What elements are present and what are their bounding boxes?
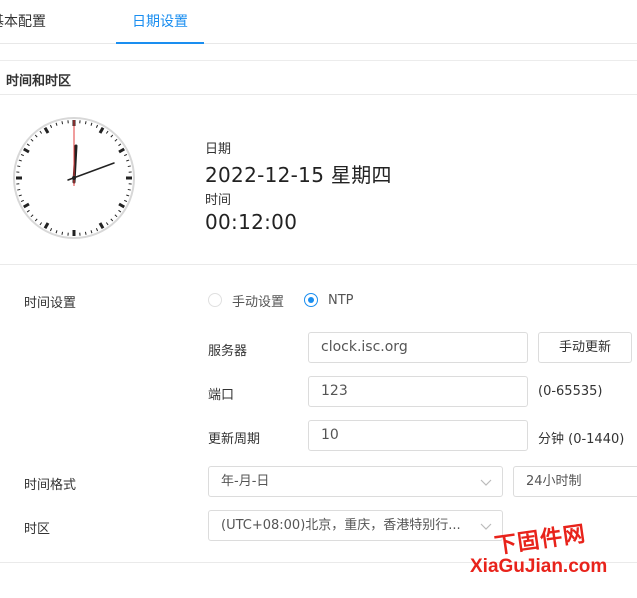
tab-date-settings[interactable]: 日期设置 — [116, 0, 204, 44]
chevron-down-icon — [480, 523, 492, 530]
radio-ntp[interactable]: NTP — [304, 292, 354, 308]
timezone-value: (UTC+08:00)北京，重庆，香港特别行... — [221, 518, 461, 533]
server-label: 服务器 — [208, 344, 248, 359]
date-format-value: 年-月-日 — [221, 474, 270, 489]
section-spacer — [0, 45, 637, 61]
section-title: 时间和时区 — [6, 74, 72, 89]
update-period-label: 更新周期 — [208, 432, 261, 447]
date-label: 日期 — [205, 142, 232, 157]
radio-manual-label: 手动设置 — [232, 294, 285, 310]
time-format-label: 时间格式 — [24, 478, 77, 493]
active-tab-indicator — [116, 42, 204, 44]
time-setting-label: 时间设置 — [24, 296, 77, 311]
radio-manual-setting[interactable]: 手动设置 — [208, 292, 285, 310]
tab-bar: 基本配置 日期设置 — [0, 0, 637, 44]
radio-ntp-label: NTP — [328, 292, 354, 308]
time-label: 时间 — [205, 193, 232, 208]
date-format-select[interactable]: 年-月-日 — [208, 466, 503, 497]
analog-clock-icon — [13, 117, 135, 239]
timezone-label: 时区 — [24, 522, 51, 537]
watermark-logo: 下固件网 — [492, 520, 588, 560]
tab-basic-config[interactable]: 基本配置 — [0, 0, 70, 44]
timezone-select[interactable]: (UTC+08:00)北京，重庆，香港特别行... — [208, 510, 503, 541]
hour-format-select[interactable]: 24小时制 — [513, 466, 637, 497]
time-value: 00:12:00 — [205, 210, 298, 234]
watermark-url: XiaGuJian.com — [470, 556, 608, 577]
radio-circle-icon — [208, 293, 222, 307]
update-period-hint: 分钟 (0-1440) — [538, 432, 625, 447]
section-divider — [0, 264, 637, 265]
radio-selected-icon — [304, 293, 318, 307]
section-divider — [0, 94, 637, 95]
port-input[interactable]: 123 — [308, 376, 528, 407]
manual-update-button[interactable]: 手动更新 — [538, 332, 632, 363]
date-value: 2022-12-15 星期四 — [205, 163, 392, 187]
server-input[interactable]: clock.isc.org — [308, 332, 528, 363]
port-range-hint: (0-65535) — [538, 384, 603, 399]
chevron-down-icon — [480, 479, 492, 486]
hour-format-value: 24小时制 — [526, 474, 582, 489]
port-label: 端口 — [208, 388, 235, 403]
update-period-input[interactable]: 10 — [308, 420, 528, 451]
